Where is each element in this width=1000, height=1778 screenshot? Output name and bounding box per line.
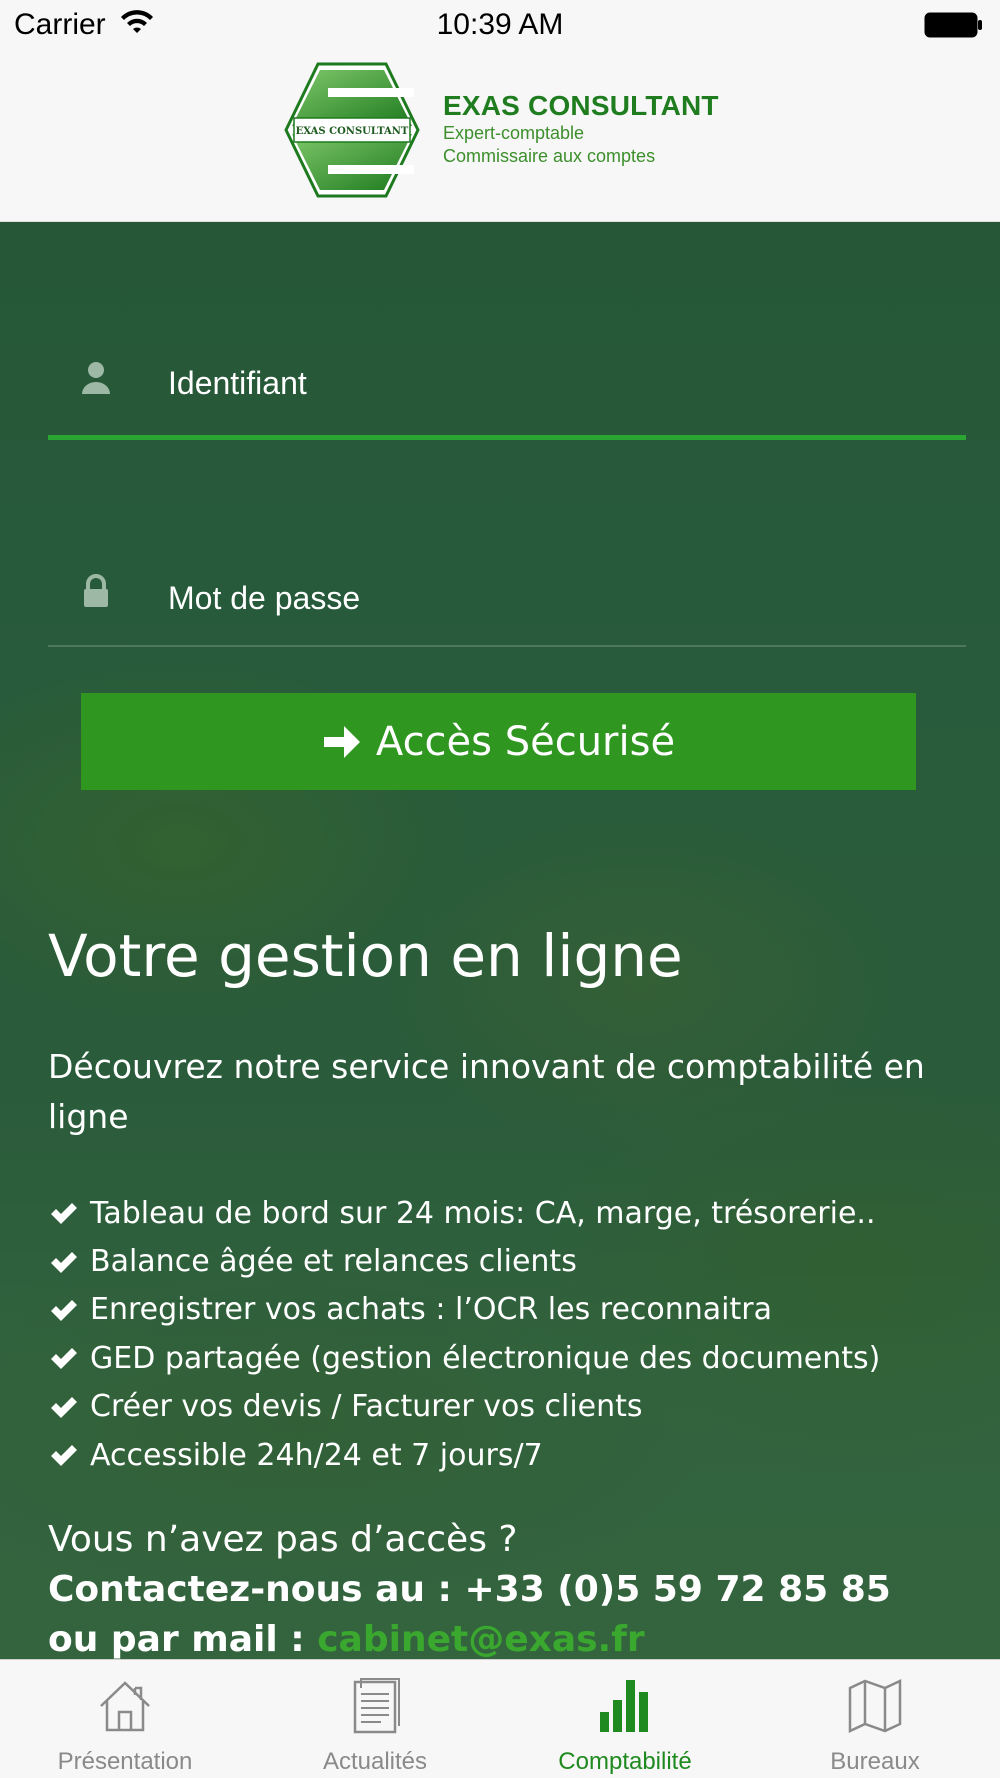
- intro-text: Découvrez notre service innovant de comp…: [48, 1047, 925, 1136]
- feature-item: Tableau de bord sur 24 mois: CA, marge, …: [48, 1189, 880, 1237]
- feature-list: Tableau de bord sur 24 mois: CA, marge, …: [48, 1189, 880, 1479]
- username-input[interactable]: [168, 358, 948, 408]
- headline: Votre gestion en ligne: [48, 922, 683, 990]
- password-input[interactable]: [168, 573, 948, 623]
- battery-icon: [924, 12, 982, 38]
- home-icon: [100, 1681, 150, 1732]
- tab-bureaux[interactable]: Bureaux: [750, 1660, 1000, 1778]
- feature-item: Balance âgée et relances clients: [48, 1237, 880, 1285]
- tab-label: Bureaux: [830, 1748, 920, 1775]
- feature-item: Accessible 24h/24 et 7 jours/7: [48, 1431, 880, 1479]
- check-icon: [51, 1251, 77, 1273]
- brand-name: EXAS CONSULTANT: [443, 90, 719, 121]
- username-field[interactable]: [48, 340, 966, 440]
- news-icon: [353, 1678, 400, 1734]
- tab-bar: Présentation Actualités Comptabilité Bur…: [0, 1659, 1000, 1778]
- tab-actualites[interactable]: Actualités: [250, 1660, 500, 1778]
- bar-chart-icon: [600, 1680, 648, 1732]
- brand-block: EXAS CONSULTANT Expert-comptable Commiss…: [443, 90, 719, 168]
- check-icon: [51, 1445, 77, 1467]
- tab-comptabilite[interactable]: Comptabilité: [500, 1660, 750, 1778]
- secure-access-button[interactable]: Accès Sécurisé: [81, 693, 916, 790]
- exas-logo: EXAS CONSULTANT: [284, 62, 420, 198]
- lock-icon: [84, 574, 108, 607]
- username-underline: [48, 435, 966, 440]
- contact-email-link[interactable]: cabinet@exas.fr: [317, 1619, 644, 1659]
- clock: 10:39 AM: [436, 8, 564, 41]
- check-icon: [51, 1348, 77, 1370]
- user-icon: [82, 362, 110, 394]
- secure-access-label: Accès Sécurisé: [375, 718, 676, 765]
- check-icon: [51, 1396, 77, 1418]
- feature-item: Créer vos devis / Facturer vos clients: [48, 1383, 880, 1431]
- password-underline: [48, 645, 966, 647]
- feature-item: GED partagée (gestion électronique des d…: [48, 1334, 880, 1382]
- no-access-text: Vous n’avez pas d’accès ?: [48, 1519, 518, 1560]
- status-bar: Carrier 10:39 AM: [0, 0, 1000, 50]
- feature-item: Enregistrer vos achats : l’OCR les recon…: [48, 1286, 880, 1334]
- app-header: EXAS CONSULTANT EXAS CONSULTANT Expert-c…: [0, 50, 1000, 222]
- brand-subtitle-1: Expert-comptable: [443, 123, 585, 143]
- check-icon: [51, 1299, 77, 1321]
- contact-block: Vous n’avez pas d’accès ? Contactez-nous…: [48, 1515, 891, 1659]
- tab-label: Présentation: [57, 1748, 193, 1775]
- password-field[interactable]: [48, 555, 966, 647]
- contact-mail-prefix: ou par mail :: [48, 1619, 318, 1659]
- check-icon: [51, 1203, 77, 1225]
- svg-text:EXAS CONSULTANT: EXAS CONSULTANT: [296, 126, 409, 137]
- brand-subtitle-2: Commissaire aux comptes: [443, 146, 656, 166]
- tab-label: Comptabilité: [558, 1748, 692, 1775]
- tab-presentation[interactable]: Présentation: [0, 1660, 250, 1778]
- contact-phone: Contactez-nous au : +33 (0)5 59 72 85 85: [48, 1569, 891, 1610]
- login-panel: Accès Sécurisé Votre gestion en ligne Dé…: [0, 222, 1000, 1659]
- map-icon: [848, 1679, 902, 1733]
- arrow-right-icon: [323, 725, 360, 758]
- tab-label: Actualités: [322, 1748, 428, 1775]
